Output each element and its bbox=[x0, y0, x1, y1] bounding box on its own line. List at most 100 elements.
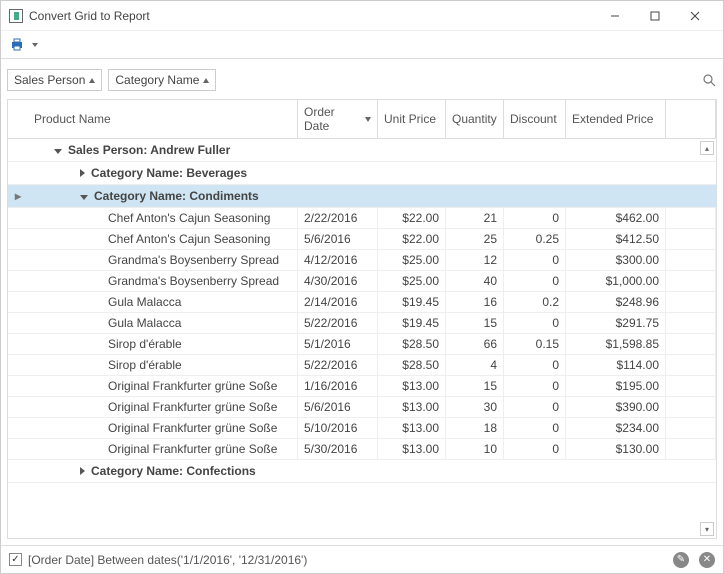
app-icon bbox=[9, 9, 23, 23]
cell-spacer bbox=[666, 355, 716, 375]
cell-spacer bbox=[666, 208, 716, 228]
table-row[interactable]: Gula Malacca2/14/2016$19.45160.2$248.96 bbox=[8, 292, 716, 313]
sort-asc-icon bbox=[203, 78, 209, 83]
cell-product: Original Frankfurter grüne Soße bbox=[28, 439, 298, 459]
group-label: Category Name: Condiments bbox=[94, 189, 259, 203]
filter-enabled-checkbox[interactable]: ✓ bbox=[9, 553, 22, 566]
table-row[interactable]: Sirop d'érable5/1/2016$28.50660.15$1,598… bbox=[8, 334, 716, 355]
table-row[interactable]: Grandma's Boysenberry Spread4/30/2016$25… bbox=[8, 271, 716, 292]
close-icon: ✕ bbox=[703, 554, 711, 565]
cell-ext: $291.75 bbox=[566, 313, 666, 333]
chevron-down-icon bbox=[32, 43, 38, 47]
column-header-label: Unit Price bbox=[384, 112, 436, 126]
row-indicator bbox=[8, 355, 28, 375]
table-row[interactable]: Chef Anton's Cajun Seasoning5/6/2016$22.… bbox=[8, 229, 716, 250]
column-header-label: Order Date bbox=[304, 105, 361, 133]
cell-disc: 0 bbox=[504, 355, 566, 375]
column-header-spacer bbox=[666, 100, 716, 138]
table-row[interactable]: Chef Anton's Cajun Seasoning2/22/2016$22… bbox=[8, 208, 716, 229]
grid-body: ▴ Sales Person: Andrew Fuller Category N… bbox=[8, 139, 716, 538]
cell-ext: $412.50 bbox=[566, 229, 666, 249]
table-row[interactable]: Sirop d'érable5/22/2016$28.5040$114.00 bbox=[8, 355, 716, 376]
cell-qty: 15 bbox=[446, 313, 504, 333]
column-header-extended-price[interactable]: Extended Price bbox=[566, 100, 666, 138]
table-row[interactable]: Original Frankfurter grüne Soße5/30/2016… bbox=[8, 439, 716, 460]
cell-qty: 30 bbox=[446, 397, 504, 417]
table-row[interactable]: Original Frankfurter grüne Soße5/10/2016… bbox=[8, 418, 716, 439]
column-header-discount[interactable]: Discount bbox=[504, 100, 566, 138]
cell-disc: 0 bbox=[504, 418, 566, 438]
row-indicator bbox=[8, 334, 28, 354]
cell-ext: $130.00 bbox=[566, 439, 666, 459]
cell-qty: 4 bbox=[446, 355, 504, 375]
cell-date: 2/22/2016 bbox=[298, 208, 378, 228]
cell-price: $22.00 bbox=[378, 229, 446, 249]
table-row[interactable]: Grandma's Boysenberry Spread4/12/2016$25… bbox=[8, 250, 716, 271]
column-header-label: Extended Price bbox=[572, 112, 653, 126]
scroll-up-button[interactable]: ▴ bbox=[700, 141, 714, 155]
expander-icon bbox=[80, 195, 88, 200]
print-icon bbox=[9, 37, 25, 53]
cell-spacer bbox=[666, 439, 716, 459]
cell-spacer bbox=[666, 397, 716, 417]
group-row-sales-person[interactable]: Sales Person: Andrew Fuller bbox=[8, 139, 716, 162]
cell-date: 4/30/2016 bbox=[298, 271, 378, 291]
edit-filter-button[interactable]: ✎ bbox=[673, 552, 689, 568]
cell-spacer bbox=[666, 313, 716, 333]
group-row-confections[interactable]: Category Name: Confections bbox=[8, 460, 716, 483]
table-row[interactable]: Original Frankfurter grüne Soße5/6/2016$… bbox=[8, 397, 716, 418]
group-pill-label: Sales Person bbox=[14, 73, 85, 87]
expander-icon bbox=[80, 169, 85, 177]
group-pill-category[interactable]: Category Name bbox=[108, 69, 216, 91]
cell-price: $19.45 bbox=[378, 313, 446, 333]
expander-icon bbox=[80, 467, 85, 475]
cell-ext: $114.00 bbox=[566, 355, 666, 375]
row-indicator-header bbox=[8, 100, 28, 138]
filter-text[interactable]: [Order Date] Between dates('1/1/2016', '… bbox=[28, 553, 307, 567]
clear-filter-button[interactable]: ✕ bbox=[699, 552, 715, 568]
table-row[interactable]: Gula Malacca5/22/2016$19.45150$291.75 bbox=[8, 313, 716, 334]
cell-qty: 18 bbox=[446, 418, 504, 438]
cell-spacer bbox=[666, 271, 716, 291]
cell-product: Sirop d'érable bbox=[28, 334, 298, 354]
column-header-unit-price[interactable]: Unit Price bbox=[378, 100, 446, 138]
group-row-beverages[interactable]: Category Name: Beverages bbox=[8, 162, 716, 185]
column-header-label: Discount bbox=[510, 112, 557, 126]
row-indicator bbox=[8, 397, 28, 417]
column-header-product[interactable]: Product Name bbox=[28, 100, 298, 138]
table-row[interactable]: Original Frankfurter grüne Soße1/16/2016… bbox=[8, 376, 716, 397]
column-header-quantity[interactable]: Quantity bbox=[446, 100, 504, 138]
cell-qty: 15 bbox=[446, 376, 504, 396]
minimize-button[interactable] bbox=[595, 2, 635, 30]
group-pill-label: Category Name bbox=[115, 73, 199, 87]
cell-qty: 16 bbox=[446, 292, 504, 312]
cell-product: Chef Anton's Cajun Seasoning bbox=[28, 208, 298, 228]
close-button[interactable] bbox=[675, 2, 715, 30]
column-header-label: Quantity bbox=[452, 112, 497, 126]
cell-date: 5/6/2016 bbox=[298, 397, 378, 417]
group-pill-sales-person[interactable]: Sales Person bbox=[7, 69, 102, 91]
cell-ext: $248.96 bbox=[566, 292, 666, 312]
row-indicator bbox=[8, 313, 28, 333]
cell-product: Gula Malacca bbox=[28, 313, 298, 333]
row-indicator bbox=[8, 229, 28, 249]
cell-spacer bbox=[666, 334, 716, 354]
cell-date: 4/12/2016 bbox=[298, 250, 378, 270]
cell-product: Chef Anton's Cajun Seasoning bbox=[28, 229, 298, 249]
scroll-down-button[interactable]: ▾ bbox=[700, 522, 714, 536]
cell-ext: $1,000.00 bbox=[566, 271, 666, 291]
group-row-condiments[interactable]: ▸ Category Name: Condiments bbox=[8, 185, 716, 208]
cell-date: 5/10/2016 bbox=[298, 418, 378, 438]
row-indicator bbox=[8, 250, 28, 270]
titlebar: Convert Grid to Report bbox=[1, 1, 723, 31]
cell-price: $28.50 bbox=[378, 355, 446, 375]
cell-disc: 0.25 bbox=[504, 229, 566, 249]
cell-product: Grandma's Boysenberry Spread bbox=[28, 250, 298, 270]
cell-qty: 25 bbox=[446, 229, 504, 249]
cell-date: 5/22/2016 bbox=[298, 313, 378, 333]
maximize-button[interactable] bbox=[635, 2, 675, 30]
filter-bar: ✓ [Order Date] Between dates('1/1/2016',… bbox=[1, 545, 723, 573]
search-icon[interactable] bbox=[701, 72, 717, 88]
print-button[interactable] bbox=[9, 37, 38, 53]
column-header-order-date[interactable]: Order Date bbox=[298, 100, 378, 138]
